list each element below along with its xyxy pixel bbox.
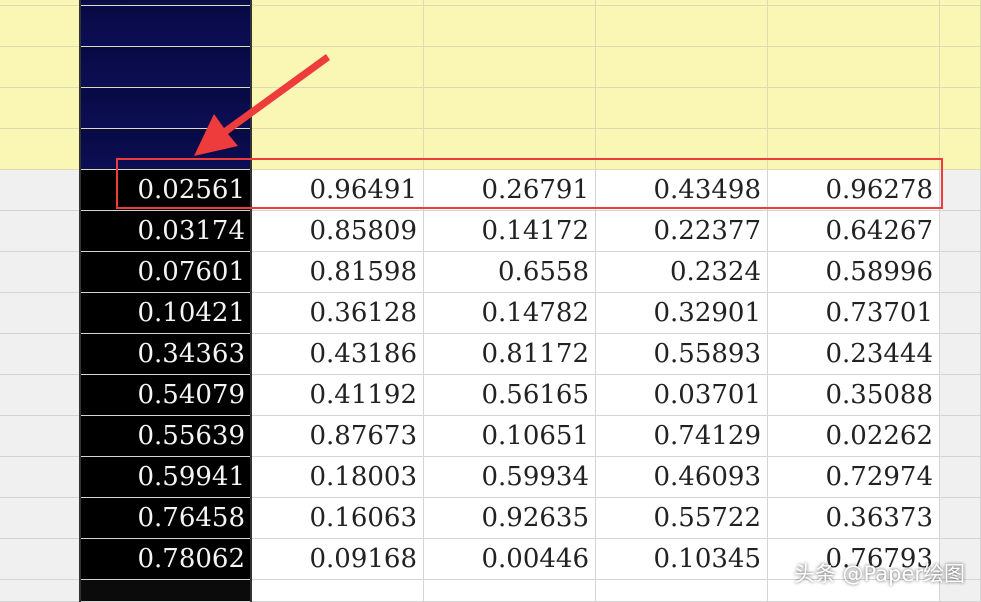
spreadsheet: 0.02561 0.96491 0.26791 0.43498 0.96278 … [0, 0, 981, 602]
watermark: 头条 @Paper绘图 [793, 562, 965, 586]
annotation-arrow-icon [194, 54, 330, 156]
